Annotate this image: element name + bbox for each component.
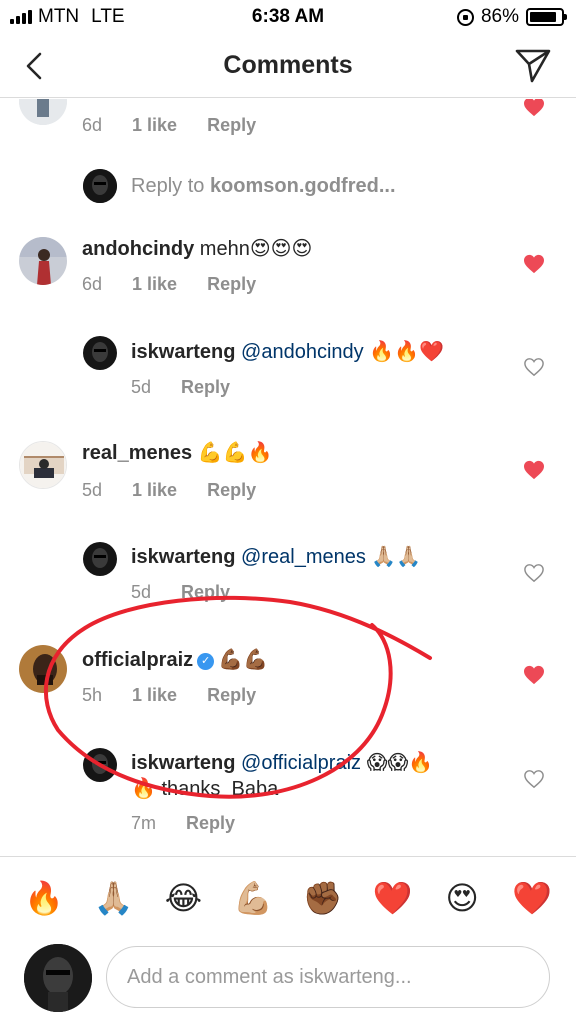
reply-text: iskwarteng @officialpraiz 😱😱🔥 xyxy=(131,749,433,776)
likes-count[interactable]: 1 like xyxy=(132,115,177,136)
reply-meta: 7m Reply xyxy=(131,813,235,834)
likes-count[interactable]: 1 like xyxy=(132,274,177,295)
comment-meta: 5h 1 like Reply xyxy=(82,685,256,706)
verified-badge-icon: ✓ xyxy=(197,653,215,670)
comment-age: 5d xyxy=(82,480,103,500)
reply-meta: 5d Reply xyxy=(131,377,230,398)
reply-age: 5d xyxy=(131,582,152,602)
fire-emoji-button[interactable]: 🔥 xyxy=(22,882,66,914)
comment-input[interactable] xyxy=(106,946,550,1008)
header-bar: Comments xyxy=(0,34,576,98)
comment-emoji: 💪🏾💪🏾 xyxy=(218,647,268,671)
comment-username[interactable]: andohcindy xyxy=(82,238,194,260)
compose-bar xyxy=(0,940,576,1024)
heart-emoji-button-2[interactable]: ❤️ xyxy=(510,882,554,914)
comment-age: 6d xyxy=(82,115,103,135)
page-title: Comments xyxy=(223,51,353,79)
reply-text-line2: 🔥 thanks Baba xyxy=(131,775,278,802)
rotation-lock-icon xyxy=(456,8,474,26)
comment-emoji: 😍😍😍 xyxy=(249,236,313,260)
reply-age: 7m xyxy=(131,813,157,833)
avatar[interactable] xyxy=(19,237,67,285)
reply-mention[interactable]: @officialpraiz xyxy=(241,752,361,774)
heart-outline-icon[interactable] xyxy=(523,769,545,789)
reply-emoji-line2: 🔥 xyxy=(131,776,156,800)
muscle-emoji-button[interactable]: 💪🏼 xyxy=(231,882,275,914)
reply-username[interactable]: iskwarteng xyxy=(131,341,235,363)
comment-username[interactable]: real_menes xyxy=(82,442,192,464)
reply-button[interactable]: Reply xyxy=(207,685,256,706)
reply-button[interactable]: Reply xyxy=(207,480,256,501)
view-reply-prefix: Reply to xyxy=(131,175,210,197)
avatar[interactable] xyxy=(83,748,117,782)
comment-text: real_menes 💪💪🔥 xyxy=(82,439,272,466)
reply-body-line2: thanks Baba xyxy=(161,778,279,800)
reply-age: 5d xyxy=(131,377,152,397)
likes-count[interactable]: 1 like xyxy=(132,480,177,501)
reply-button[interactable]: Reply xyxy=(207,115,256,136)
reply-text: iskwarteng @real_menes 🙏🏼🙏🏼 xyxy=(131,543,421,570)
heart-filled-icon[interactable] xyxy=(523,460,545,480)
comment-meta: 6d 1 like Reply xyxy=(82,274,256,295)
fist-emoji-button[interactable]: ✊🏾 xyxy=(301,882,345,914)
avatar[interactable] xyxy=(19,99,67,125)
reply-meta: 5d Reply xyxy=(131,582,230,603)
view-reply-user: koomson.godfred... xyxy=(209,175,396,197)
heart-outline-icon[interactable] xyxy=(523,357,545,377)
reply-username[interactable]: iskwarteng xyxy=(131,546,235,568)
comment-meta: 5d 1 like Reply xyxy=(82,480,256,501)
heart-filled-icon[interactable] xyxy=(523,99,545,117)
comments-list[interactable]: 6d 1 like Reply Reply to koomson.godfred… xyxy=(0,99,576,855)
battery-fill xyxy=(530,12,556,22)
reply-button[interactable]: Reply xyxy=(181,582,230,603)
avatar[interactable] xyxy=(19,645,67,693)
chevron-left-icon[interactable] xyxy=(16,46,56,86)
heart-outline-icon[interactable] xyxy=(523,563,545,583)
status-right: 86% xyxy=(456,6,567,28)
battery-percent: 86% xyxy=(480,6,519,27)
reply-emoji: 😱😱🔥 xyxy=(366,750,434,774)
avatar[interactable] xyxy=(83,169,117,203)
comment-body: mehn xyxy=(199,238,250,260)
reply-mention[interactable]: @real_menes xyxy=(241,546,366,568)
view-reply-link[interactable]: Reply to koomson.godfred... xyxy=(131,175,396,198)
quick-emoji-bar: 🔥 🙏🏼 😂 💪🏼 ✊🏾 ❤️ 😍 ❤️ xyxy=(0,856,576,938)
pray-emoji-button[interactable]: 🙏🏼 xyxy=(92,882,136,914)
comment-emoji: 💪💪🔥 xyxy=(197,440,273,464)
comment-username[interactable]: officialpraiz xyxy=(82,649,193,671)
heart-filled-icon[interactable] xyxy=(523,254,545,274)
paper-plane-icon[interactable] xyxy=(512,44,554,86)
reply-button[interactable]: Reply xyxy=(181,377,230,398)
reply-button[interactable]: Reply xyxy=(207,274,256,295)
avatar[interactable] xyxy=(83,336,117,370)
battery-icon xyxy=(526,8,567,26)
comment-text: officialpraiz ✓ 💪🏾💪🏾 xyxy=(82,646,268,673)
heart-filled-icon[interactable] xyxy=(523,665,545,685)
likes-count[interactable]: 1 like xyxy=(132,685,177,706)
laugh-emoji-button[interactable]: 😂 xyxy=(161,882,205,914)
comment-age: 5h xyxy=(82,685,103,705)
reply-username[interactable]: iskwarteng xyxy=(131,752,235,774)
heart-eyes-emoji-button[interactable]: 😍 xyxy=(440,882,484,914)
comment-meta: 6d 1 like Reply xyxy=(82,115,256,136)
reply-mention[interactable]: @andohcindy xyxy=(241,341,364,363)
avatar[interactable] xyxy=(19,441,67,489)
avatar[interactable] xyxy=(83,542,117,576)
status-bar: MTN LTE 6:38 AM 86% xyxy=(0,0,576,34)
heart-emoji-button[interactable]: ❤️ xyxy=(371,882,415,914)
reply-emoji: 🙏🏼🙏🏼 xyxy=(371,544,422,568)
reply-text: iskwarteng @andohcindy 🔥🔥❤️ xyxy=(131,338,444,365)
comment-age: 6d xyxy=(82,274,103,294)
reply-button[interactable]: Reply xyxy=(186,813,235,834)
avatar[interactable] xyxy=(24,944,92,1012)
reply-emoji: 🔥🔥❤️ xyxy=(369,339,444,363)
comment-text: andohcindy mehn😍😍😍 xyxy=(82,235,312,262)
